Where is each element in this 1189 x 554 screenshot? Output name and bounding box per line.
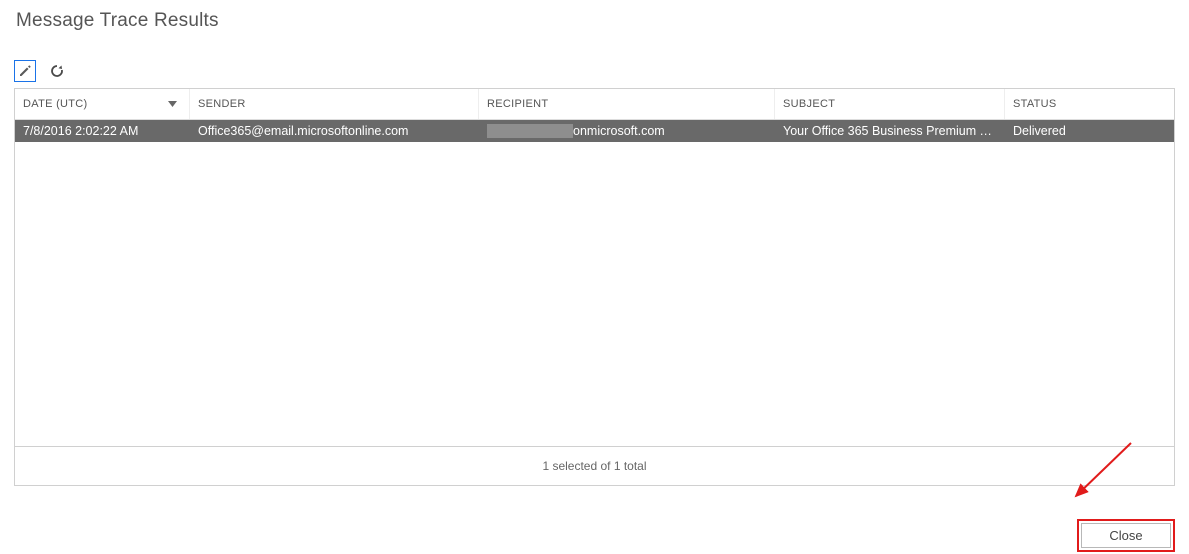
column-header-label: SENDER	[198, 98, 246, 110]
recipient-suffix: onmicrosoft.com	[573, 124, 665, 138]
table-body: 7/8/2016 2:02:22 AM Office365@email.micr…	[15, 120, 1174, 446]
edit-button[interactable]	[14, 60, 36, 82]
toolbar	[14, 60, 1189, 82]
selection-status: 1 selected of 1 total	[15, 446, 1174, 485]
column-header-label: SUBJECT	[783, 98, 835, 110]
cell-status: Delivered	[1005, 124, 1174, 138]
column-header-label: DATE (UTC)	[23, 98, 88, 110]
results-table: DATE (UTC) SENDER RECIPIENT SUBJECT STAT…	[14, 88, 1175, 486]
column-header-status[interactable]: STATUS	[1005, 89, 1174, 119]
table-row[interactable]: 7/8/2016 2:02:22 AM Office365@email.micr…	[15, 120, 1174, 142]
cell-recipient: onmicrosoft.com	[479, 124, 775, 138]
column-header-subject[interactable]: SUBJECT	[775, 89, 1005, 119]
close-button[interactable]: Close	[1081, 523, 1171, 548]
cell-sender: Office365@email.microsoftonline.com	[190, 124, 479, 138]
column-header-date[interactable]: DATE (UTC)	[15, 89, 190, 119]
cell-date: 7/8/2016 2:02:22 AM	[15, 124, 190, 138]
table-header: DATE (UTC) SENDER RECIPIENT SUBJECT STAT…	[15, 89, 1174, 120]
pencil-icon	[18, 64, 32, 78]
refresh-icon	[49, 63, 65, 79]
sort-descending-icon	[168, 98, 177, 110]
column-header-label: STATUS	[1013, 98, 1057, 110]
column-header-sender[interactable]: SENDER	[190, 89, 479, 119]
page-title: Message Trace Results	[0, 0, 1189, 32]
column-header-recipient[interactable]: RECIPIENT	[479, 89, 775, 119]
column-header-label: RECIPIENT	[487, 98, 548, 110]
redacted-block	[487, 124, 573, 138]
refresh-button[interactable]	[46, 60, 68, 82]
cell-subject: Your Office 365 Business Premium Trial …	[775, 124, 1005, 138]
